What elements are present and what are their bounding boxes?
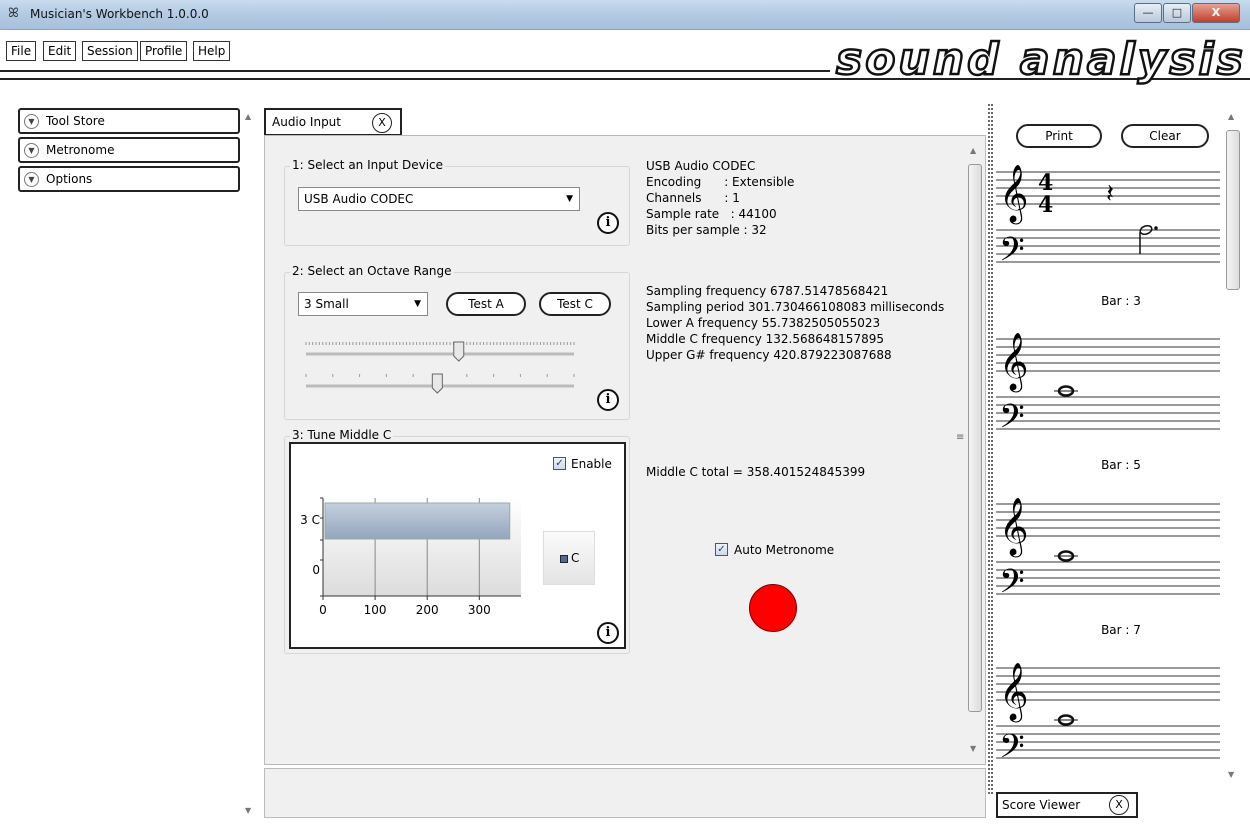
print-button[interactable]: Print	[1016, 124, 1102, 148]
bar-label: Bar : 5	[1101, 458, 1141, 472]
select-value: 3 Small	[304, 297, 349, 311]
minimize-button[interactable]: —	[1134, 3, 1162, 23]
close-tab-button[interactable]: X	[372, 113, 392, 133]
device-info-text: USB Audio CODEC Encoding : Extensible Ch…	[646, 159, 795, 237]
legend-label: C	[571, 551, 580, 565]
splitter-grip[interactable]: ≡	[956, 432, 964, 443]
x-tick-label: 0	[319, 603, 327, 617]
expander-options[interactable]: ▼ Options	[18, 166, 240, 192]
chart-bars	[324, 502, 511, 540]
dropdown-arrow-icon: ▼	[566, 194, 573, 204]
treble-clef-icon: 𝄞	[999, 332, 1029, 393]
info-icon[interactable]: i	[597, 622, 619, 644]
close-button[interactable]: X	[1192, 3, 1240, 23]
chevron-down-icon: ▼	[24, 143, 39, 158]
expander-tool-store[interactable]: ▼ Tool Store	[18, 108, 240, 134]
close-tab-button[interactable]: X	[1109, 795, 1129, 815]
info-icon[interactable]: i	[597, 389, 619, 411]
scroll-up-arrow[interactable]: ▲	[970, 146, 976, 155]
x-tick-label: 200	[416, 603, 439, 617]
chevron-down-icon: ▼	[24, 172, 39, 187]
chevron-down-icon: ▼	[24, 114, 39, 129]
tab-label: Audio Input	[272, 115, 341, 129]
bass-clef-icon: 𝄢	[999, 728, 1025, 774]
group-title: 2: Select an Octave Range	[290, 264, 454, 278]
x-tick-label: 100	[364, 603, 387, 617]
expander-label: Tool Store	[46, 114, 105, 128]
treble-clef-icon: 𝄞	[999, 164, 1029, 225]
scroll-down-arrow[interactable]: ▼	[245, 806, 251, 815]
input-device-select[interactable]: USB Audio CODEC ▼	[298, 187, 580, 211]
enable-checkbox[interactable]: ✓	[553, 457, 566, 470]
window-title: Musician's Workbench 1.0.0.0	[30, 7, 209, 21]
test-c-button[interactable]: Test C	[539, 292, 611, 316]
slider-ticks	[305, 342, 575, 345]
y-tick-labels: 3 C 0	[300, 513, 320, 577]
dot-icon	[1154, 226, 1158, 230]
menu-file[interactable]: File	[6, 41, 37, 61]
octave-range-select[interactable]: 3 Small ▼	[298, 292, 428, 316]
expander-label: Metronome	[46, 143, 115, 157]
splitter[interactable]	[988, 104, 993, 794]
dropdown-arrow-icon: ▼	[414, 299, 421, 309]
chart-legend: C	[543, 531, 595, 585]
metronome-indicator	[749, 584, 797, 632]
status-area	[264, 768, 986, 818]
scroll-up-arrow[interactable]: ▲	[1228, 112, 1234, 121]
treble-clef-icon: 𝄞	[999, 497, 1029, 558]
menu-edit[interactable]: Edit	[43, 41, 77, 61]
menu-session[interactable]: Session	[82, 41, 138, 61]
clear-button[interactable]: Clear	[1121, 124, 1209, 148]
butterfly-icon: ꕤ	[8, 6, 19, 21]
menu-help[interactable]: Help	[193, 41, 231, 61]
auto-metronome-checkbox[interactable]: ✓	[715, 543, 728, 556]
y-tick-label: 0	[312, 563, 320, 577]
time-sig-bottom: 4	[1038, 192, 1053, 218]
x-tick-label: 300	[468, 603, 491, 617]
scroll-up-arrow[interactable]: ▲	[245, 112, 251, 121]
octave-sliders	[305, 341, 575, 394]
info-icon[interactable]: i	[597, 212, 619, 234]
middle-c-total-text: Middle C total = 358.401524845399	[646, 465, 866, 479]
bar-label: Bar : 3	[1101, 294, 1141, 308]
scroll-down-arrow[interactable]: ▼	[970, 744, 976, 753]
group-title: 1: Select an Input Device	[290, 158, 446, 172]
sound-analysis-logo: sound analysis	[830, 33, 1250, 86]
legend-swatch	[560, 555, 568, 563]
maximize-button[interactable]: □	[1163, 3, 1191, 23]
expander-metronome[interactable]: ▼ Metronome	[18, 137, 240, 163]
bass-clef-icon: 𝄢	[999, 398, 1025, 444]
scrollbar-thumb[interactable]	[968, 164, 982, 712]
tab-label: Score Viewer	[1002, 798, 1081, 812]
slider-thumb-lower[interactable]	[431, 373, 443, 394]
select-value: USB Audio CODEC	[304, 192, 414, 206]
octave-info-text: Sampling frequency 6787.51478568421 Samp…	[646, 284, 945, 362]
logo-text: sound analysis	[836, 34, 1246, 85]
scrollbar-thumb[interactable]	[1226, 130, 1240, 290]
tuner-bar-chart: 0 100 200 300 3 C 0	[300, 497, 521, 617]
bass-clef-icon: 𝄢	[999, 563, 1025, 609]
treble-clef-icon: 𝄞	[999, 662, 1029, 723]
scroll-down-arrow[interactable]: ▼	[1228, 770, 1234, 779]
group-title: 3: Tune Middle C	[290, 428, 394, 442]
x-tick-labels: 0 100 200 300	[319, 603, 491, 617]
quarter-rest-icon: 𝄽	[1106, 179, 1114, 209]
enable-label: Enable	[571, 457, 612, 471]
bar-label: Bar : 7	[1101, 623, 1141, 637]
chart-bar	[324, 502, 511, 540]
slider-thumb-upper[interactable]	[453, 341, 465, 362]
menu-profile[interactable]: Profile	[140, 41, 188, 61]
test-a-button[interactable]: Test A	[446, 292, 526, 316]
bass-clef-icon: 𝄢	[999, 231, 1025, 277]
y-tick-label: 3 C	[300, 513, 320, 527]
auto-metronome-label: Auto Metronome	[734, 543, 835, 557]
expander-label: Options	[46, 172, 93, 186]
